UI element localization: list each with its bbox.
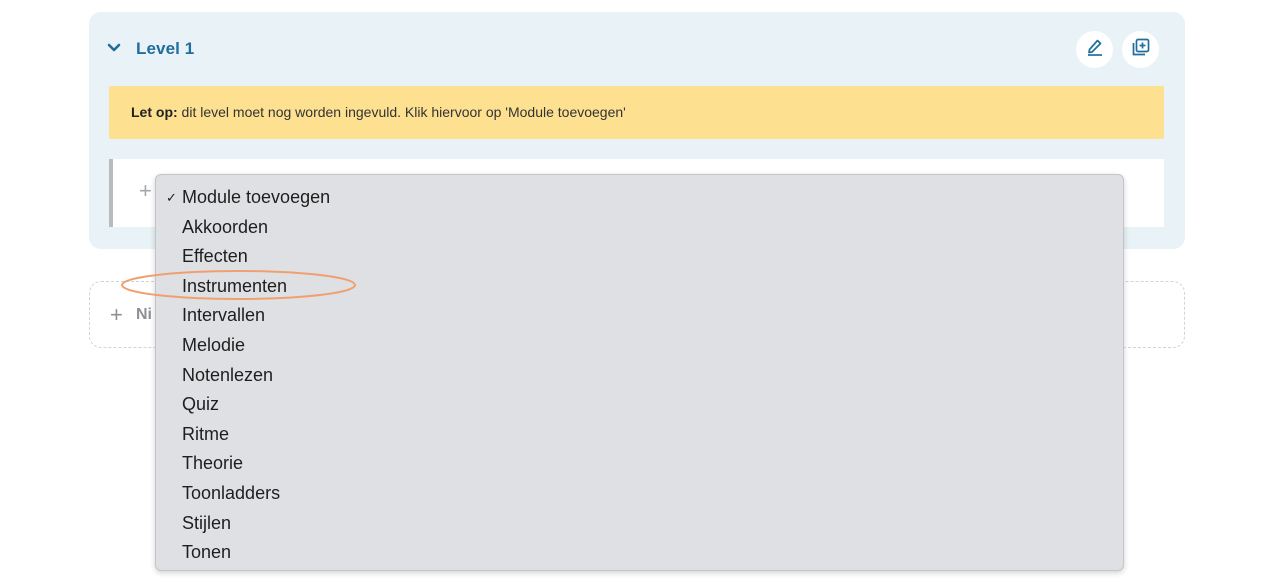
dropdown-option-label: Effecten [182,246,248,267]
dropdown-option-label: Akkoorden [182,216,269,237]
warning-text: dit level moet nog worden ingevuld. Klik… [177,104,626,120]
warning-banner: Let op: dit level moet nog worden ingevu… [109,86,1164,139]
dropdown-option[interactable]: Akkoorden [156,213,1123,243]
dropdown-option[interactable]: Intervallen [156,301,1123,331]
warning-bold: Let op: [131,104,178,120]
dropdown-option[interactable]: Notenlezen [156,361,1123,391]
dropdown-option[interactable]: Stijlen [156,509,1123,539]
dropdown-option[interactable]: Quiz [156,390,1123,420]
dropdown-option-label: Notenlezen [182,364,274,385]
dropdown-option[interactable]: Theorie [156,449,1123,479]
dropdown-option-label: Intervallen [182,305,266,326]
new-level-label: Ni [136,306,152,323]
dropdown-option-label: Toonladders [182,482,281,503]
dropdown-option-label: Stijlen [182,512,232,533]
dropdown-option-label: Theorie [182,453,244,474]
level-title[interactable]: Level 1 [136,39,194,59]
dropdown-option-label: Melodie [182,334,246,355]
duplicate-icon [1132,38,1150,61]
level-header[interactable]: Level 1 [89,12,1185,84]
checkmark-icon: ✓ [166,190,177,205]
dropdown-option[interactable]: Toonladders [156,479,1123,509]
edit-level-button[interactable] [1076,31,1113,68]
dropdown-option[interactable]: ✓ Module toevoegen [156,183,1123,213]
dropdown-option[interactable]: Melodie [156,331,1123,361]
chevron-down-icon[interactable] [107,41,121,55]
dropdown-option[interactable]: Ritme [156,420,1123,450]
plus-icon: + [110,302,123,327]
pencil-icon [1086,38,1104,61]
module-select-dropdown[interactable]: ✓ Module toevoegen Akkoorden Effecten Instru… [155,174,1124,571]
dropdown-option-label: Quiz [182,394,220,415]
dropdown-option[interactable]: Instrumenten [156,272,1123,302]
dropdown-option[interactable]: Effecten [156,242,1123,272]
dropdown-option-label: Tonen [182,542,232,563]
dropdown-option-label: Ritme [182,423,230,444]
plus-icon[interactable]: + [139,179,152,203]
dropdown-option[interactable]: Tonen [156,538,1123,568]
dropdown-option-label: Module toevoegen [182,187,331,207]
duplicate-level-button[interactable] [1122,31,1159,68]
dropdown-option-label: Instrumenten [182,275,288,296]
